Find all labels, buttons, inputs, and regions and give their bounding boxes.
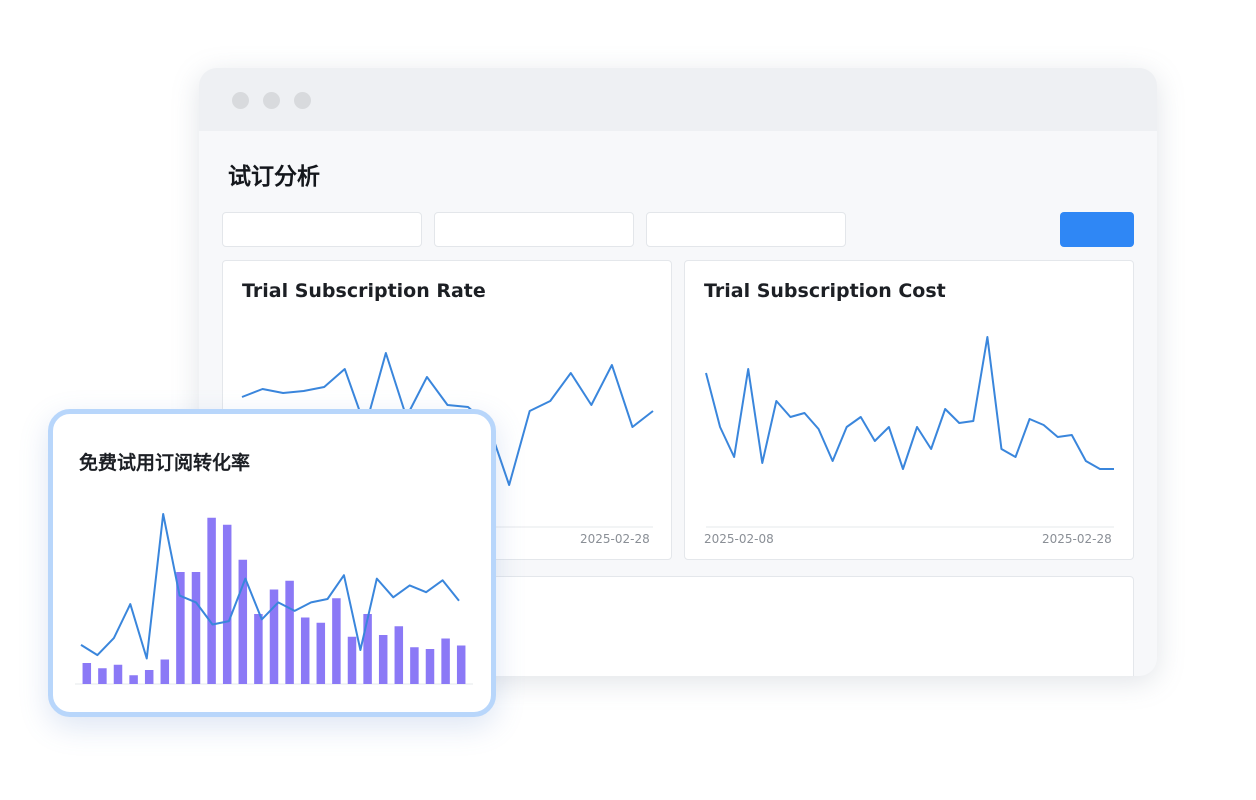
cost-x-tick-end: 2025-02-28 [1042, 532, 1112, 546]
window-titlebar [199, 68, 1157, 131]
conversion-bar [300, 617, 310, 684]
query-button[interactable] [1060, 212, 1134, 247]
conversion-bar [332, 598, 341, 684]
cost-chart-card: Trial Subscription Cost 2025-02-08 2025-… [684, 260, 1134, 560]
conversion-bar [222, 524, 232, 684]
filter-input-2[interactable] [434, 212, 634, 247]
conversion-bar [82, 663, 92, 684]
cost-series-line [705, 336, 1114, 470]
filter-input-3[interactable] [646, 212, 846, 247]
conversion-bar [394, 626, 404, 684]
conversion-bar [191, 572, 201, 684]
conversion-bar [98, 668, 107, 684]
conversion-bar [441, 638, 450, 684]
cost-x-tick-start: 2025-02-08 [704, 532, 774, 546]
conversion-bar [425, 649, 435, 684]
page-title: 试订分析 [228, 164, 320, 190]
window-dot-icon[interactable] [263, 92, 280, 109]
conversion-bar [363, 614, 372, 684]
conversion-bar [129, 675, 138, 684]
conversion-bar [144, 670, 154, 684]
rate-x-tick-end: 2025-02-28 [580, 532, 650, 546]
conversion-bar [456, 645, 466, 684]
conversion-bar [285, 580, 294, 684]
conversion-bar [378, 635, 388, 684]
cost-line-chart [705, 336, 1114, 528]
window-dot-icon[interactable] [294, 92, 311, 109]
filter-input-1[interactable] [222, 212, 422, 247]
conversion-bar [254, 614, 263, 684]
conversion-bar [410, 647, 419, 684]
conversion-popup-card: 免费试用订阅转化率 [48, 409, 496, 717]
conversion-bar [207, 517, 216, 684]
conversion-bar [160, 659, 170, 684]
conversion-combo-chart [75, 513, 473, 685]
window-dot-icon[interactable] [232, 92, 249, 109]
conversion-bar [316, 622, 326, 684]
conversion-bar [347, 636, 357, 684]
conversion-bar [113, 664, 123, 684]
